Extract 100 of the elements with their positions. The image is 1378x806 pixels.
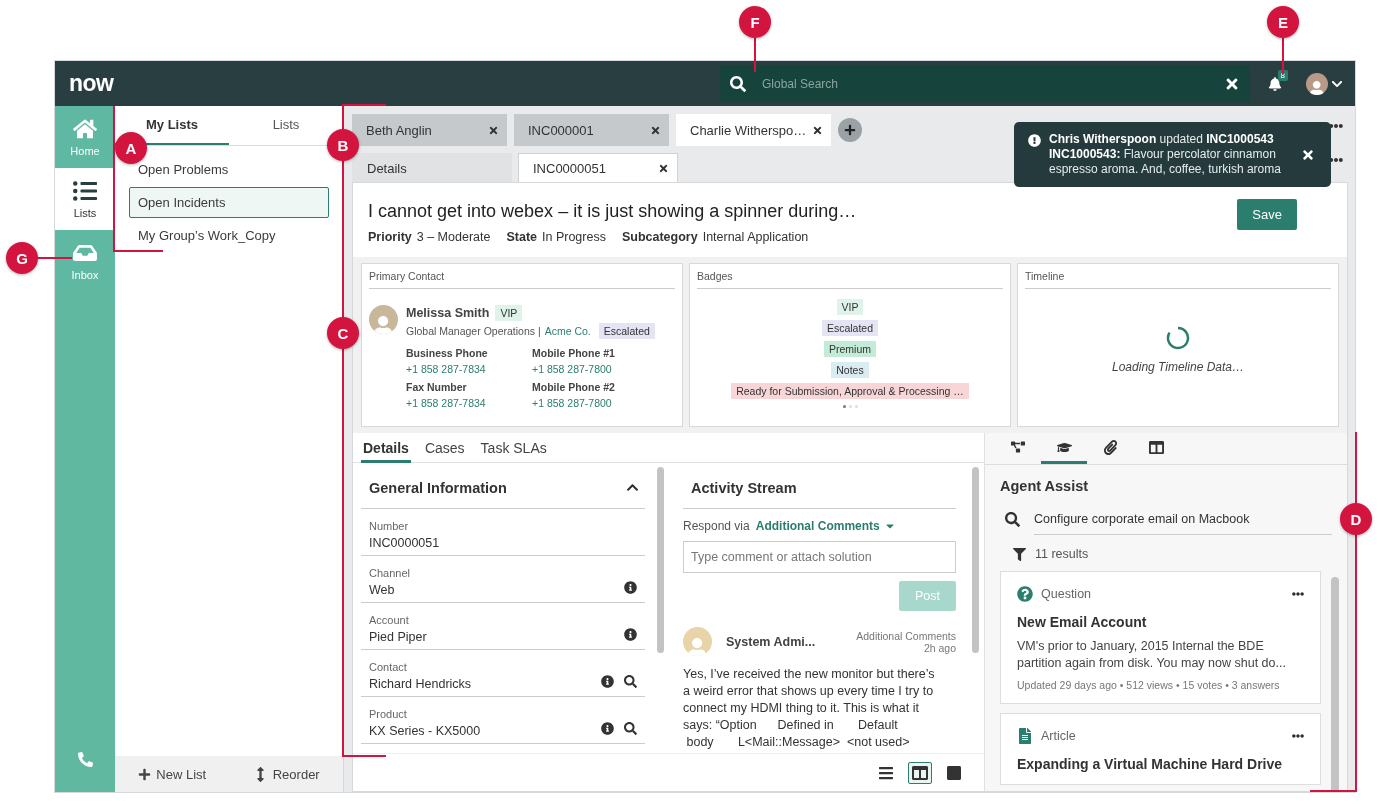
user-menu-button[interactable] (1306, 72, 1343, 95)
record-tab[interactable]: Beth Anglin (352, 114, 507, 146)
phone-label: Fax Number (406, 381, 468, 393)
search-icon[interactable] (624, 722, 637, 735)
search-input[interactable]: Global Search (760, 75, 1210, 92)
contact-name: Melissa Smith (406, 306, 490, 320)
view-mode-button[interactable] (908, 761, 932, 784)
callout-marker: D (1340, 503, 1372, 535)
entry-type: Additional Comments (856, 629, 956, 642)
list-view-icon (878, 764, 894, 781)
info-icon[interactable] (624, 581, 637, 594)
paperclip-icon (1102, 439, 1118, 455)
phone-link[interactable]: +1 858 287-7834 (406, 397, 486, 409)
leader-line (1282, 38, 1284, 74)
notification-headline: Chris Witherspoon updated INC1000543 (1049, 132, 1275, 147)
home-icon (73, 117, 97, 141)
list-item[interactable]: My Group’s Work_Copy (129, 220, 329, 251)
respond-label: Respond via (683, 519, 750, 533)
phone-link[interactable]: +1 858 287-7800 (532, 363, 612, 375)
notification-message: INC1000543: Flavour percolator cinnamon espresso aroma. And, coffee, turkish aroma (1049, 147, 1282, 177)
phone-icon (77, 752, 93, 767)
list-action-button[interactable]: New List (132, 765, 213, 783)
leader-line (38, 257, 72, 259)
collapse-button[interactable] (626, 481, 639, 494)
avatar (1306, 72, 1328, 95)
result-title: New Email Account (1017, 614, 1148, 630)
badge: Premium (824, 341, 876, 357)
list-item[interactable]: Open Incidents (129, 187, 329, 218)
columns-icon (1148, 439, 1164, 455)
leader-line (754, 38, 756, 72)
list-action-button[interactable]: Reorder (246, 765, 326, 783)
record-tab[interactable]: INC000001 (514, 114, 669, 146)
info-icon[interactable] (624, 628, 637, 641)
section-title: Agent Assist (1000, 478, 1090, 494)
list-icon (73, 179, 97, 203)
result-type: Article (1041, 729, 1076, 743)
scrollbar[interactable] (657, 467, 664, 653)
close-icon[interactable] (658, 163, 669, 174)
detail-tab[interactable]: Details (361, 440, 411, 463)
card-title: Timeline (1025, 270, 1331, 289)
respond-dropdown[interactable]: Additional Comments (755, 519, 896, 533)
entry-time: 2h ago (923, 641, 956, 654)
field-label: Product (369, 708, 408, 720)
field-label: Contact (369, 661, 408, 673)
loading-message: Loading Timeline Data… (1112, 359, 1244, 374)
search-field[interactable]: Global Search (720, 65, 1250, 102)
avatar (683, 627, 712, 656)
result-snippet: VM's prior to January, 2015 Internal the BDE partition again from disk. You may now shut do... (1017, 638, 1287, 672)
field-value: Web (369, 583, 396, 597)
question-icon (1017, 586, 1033, 602)
detail-tab[interactable]: Cases (422, 440, 467, 463)
badge: VIP (836, 299, 864, 315)
record-field: State In Progress (506, 230, 606, 244)
filter-icon[interactable] (1013, 547, 1026, 561)
field-value: Richard Hendricks (369, 677, 472, 691)
sub-tab[interactable]: Details (352, 153, 512, 183)
info-icon[interactable] (601, 722, 614, 735)
close-icon[interactable] (812, 124, 823, 136)
close-icon[interactable] (488, 124, 499, 136)
phone-link[interactable]: +1 858 287-7834 (406, 363, 486, 375)
spinner-icon (1166, 325, 1190, 350)
document-icon (1017, 728, 1033, 744)
phone-link[interactable]: +1 858 287-7800 (532, 397, 612, 409)
network-icon (1011, 440, 1025, 454)
result-meta: Updated 29 days ago • 512 views • 15 votes • 3 answers (1017, 679, 1281, 691)
badge: Escalated (821, 320, 879, 336)
alert-icon (1028, 134, 1041, 147)
sub-tab[interactable]: INC0000051 (518, 153, 678, 183)
close-button[interactable] (1301, 147, 1315, 162)
assist-search-field[interactable]: Configure corporate email on Macbook (1034, 504, 1332, 535)
full-view-icon (946, 764, 962, 781)
page-dot[interactable] (842, 405, 846, 408)
detail-tab[interactable]: Task SLAs (478, 440, 549, 463)
add-tab-button[interactable] (838, 118, 862, 142)
result-title: Expanding a Virtual Machine Hard Drive (1017, 756, 1284, 772)
scrollbar[interactable] (1331, 577, 1339, 791)
chevron-up-icon (626, 481, 639, 494)
phone-label: Mobile Phone #2 (532, 381, 616, 393)
scrollbar[interactable] (972, 467, 979, 653)
record-tab[interactable]: Charlie Witherspo… (676, 114, 831, 146)
save-button[interactable]: Save (1237, 199, 1297, 230)
result-card[interactable]: Question New Email Account VM's prior to January, 2015 Internal the BDE partition again from disk. You may now shut do... Updated 29 days ago • 512 views • 15 votes • 3 answers (1000, 571, 1321, 704)
info-icon[interactable] (601, 675, 614, 688)
field-label: Number (369, 520, 410, 532)
company-link[interactable]: Acme Co. (544, 325, 591, 337)
callout-marker: F (739, 6, 771, 38)
logo: now (69, 70, 114, 97)
plus-icon (138, 767, 152, 781)
plus-icon (844, 124, 856, 136)
result-card[interactable]: Article Expanding a Virtual Machine Hard Drive (1000, 713, 1321, 785)
search-icon[interactable] (624, 675, 637, 688)
search-icon (1005, 512, 1020, 527)
nav-item[interactable]: Lists (55, 168, 115, 230)
badge: Escalated (598, 323, 655, 339)
entry-text: Yes, I’ve received the new monitor but there’s a weird error that shows up every time I try to connect my HDMI thing to it. This is what it says: “Option Defined in Default body L<Mail::Message> <not used> (683, 666, 936, 751)
close-icon[interactable] (650, 124, 661, 136)
comment-field[interactable]: Type comment or attach solution (683, 541, 956, 573)
callout-marker: E (1267, 6, 1299, 38)
notifications-icon[interactable] (1268, 76, 1282, 91)
callout-marker: G (6, 242, 38, 274)
